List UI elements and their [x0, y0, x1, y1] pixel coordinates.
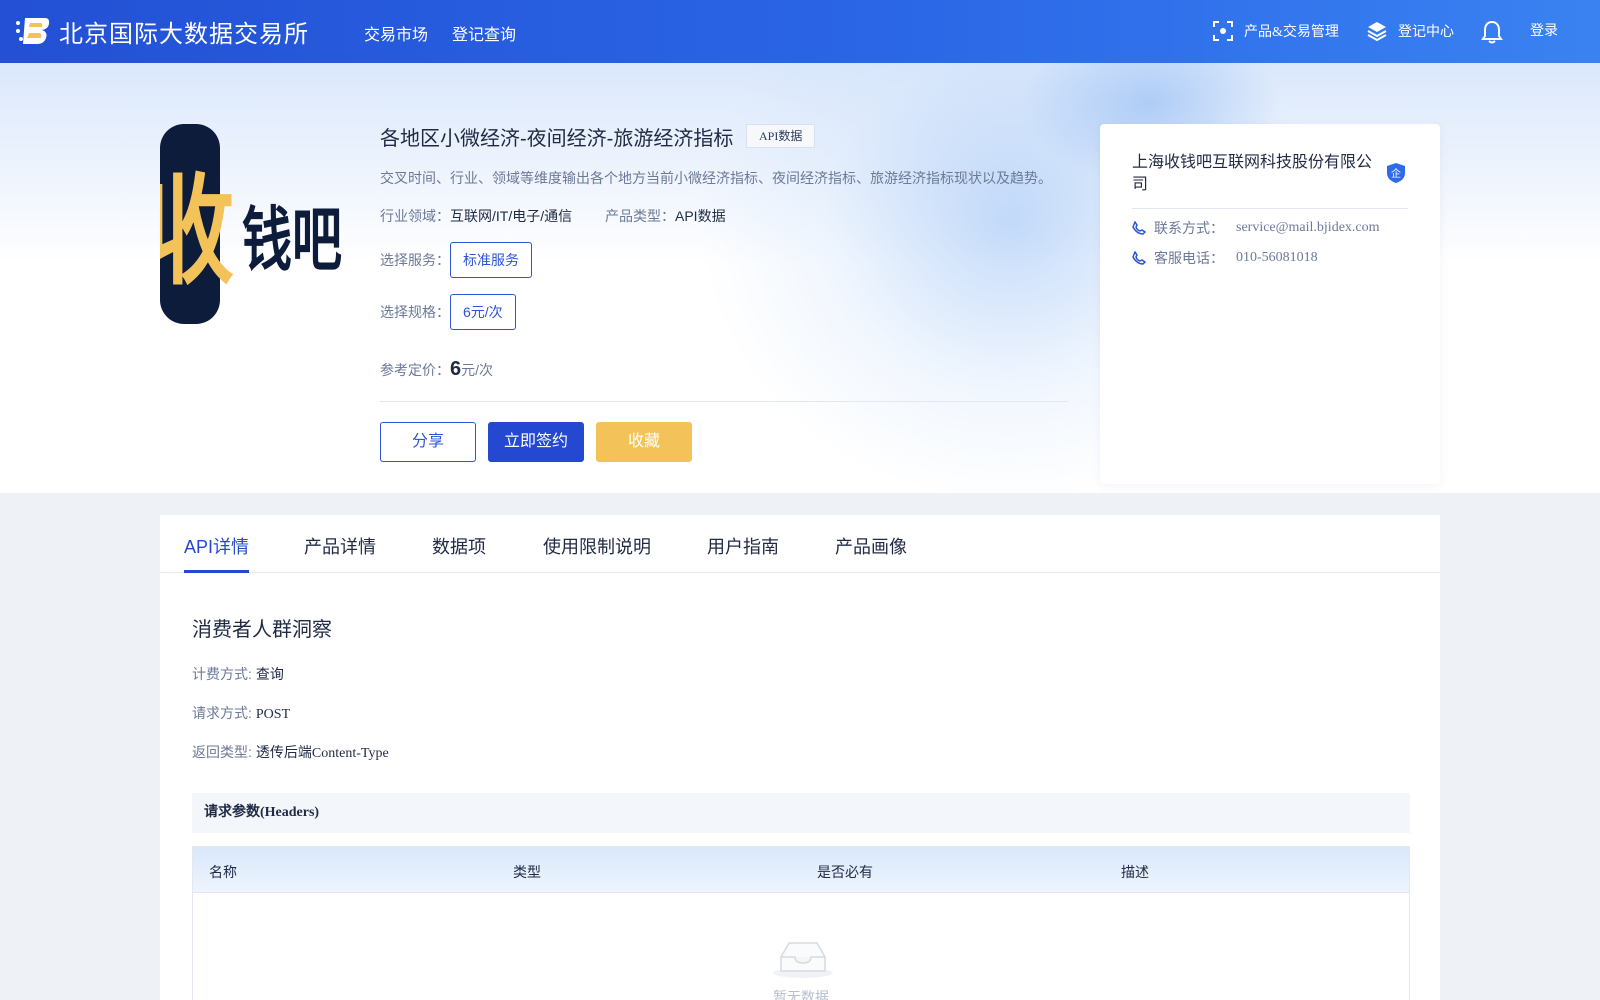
empty-state-text: 暂无数据 — [773, 989, 829, 1000]
service-option-standard[interactable]: 标准服务 — [450, 242, 532, 278]
return-type-value: 透传后端Content-Type — [255, 746, 389, 761]
column-required: 是否必有 — [817, 864, 873, 880]
billing-value: 查询 — [255, 668, 284, 683]
column-name: 名称 — [209, 864, 237, 880]
tab-product-profile[interactable]: 产品画像 — [835, 533, 907, 559]
phone-icon — [1132, 251, 1146, 265]
product-trade-management-link[interactable]: 产品&交易管理 — [1212, 20, 1339, 42]
api-section-title: 消费者人群洞察 — [192, 619, 332, 641]
request-method-label: 请求方式: — [192, 705, 252, 721]
price-unit: 元/次 — [461, 362, 494, 378]
spec-select-label: 选择规格： — [380, 304, 450, 320]
industry-value: 互联网/IT/电子/通信 — [450, 208, 573, 224]
company-name[interactable]: 上海收钱吧互联网科技股份有限公司 — [1132, 152, 1382, 196]
phone-label: 客服电话： — [1154, 250, 1224, 266]
register-center-label: 登记中心 — [1398, 25, 1454, 40]
login-link[interactable]: 登录 — [1530, 20, 1558, 40]
favorite-button[interactable]: 收藏 — [596, 422, 692, 462]
company-card-divider — [1132, 208, 1408, 209]
product-type-tag: API数据 — [746, 124, 816, 148]
headers-params-table: 名称 类型 是否必有 描述 暂无数据 — [192, 846, 1410, 1000]
contact-email[interactable]: service@mail.bjidex.com — [1236, 220, 1380, 236]
product-logo-wordmark: 钱吧 — [242, 201, 342, 282]
table-header-row: 名称 类型 是否必有 描述 — [193, 847, 1409, 893]
reference-price: 参考定价：6元/次 — [380, 358, 493, 381]
layers-icon — [1367, 22, 1387, 42]
enterprise-verified-icon: 企 — [1387, 163, 1405, 183]
price-label: 参考定价： — [380, 362, 450, 378]
service-phone-row: 客服电话： 010-56081018 — [1132, 248, 1318, 268]
column-description: 描述 — [1121, 864, 1149, 880]
return-type-label: 返回类型: — [192, 744, 252, 760]
request-method-value: POST — [255, 707, 291, 722]
billing-method: 计费方式: 查询 — [192, 664, 284, 684]
service-select-label: 选择服务： — [380, 252, 450, 268]
contact-label: 联系方式： — [1154, 220, 1224, 236]
request-headers-title: 请求参数(Headers) — [192, 793, 1410, 833]
top-navigation-bar: 北京国际大数据交易所 交易市场 登记查询 产品&交易管理 登记中心 登录 — [0, 0, 1600, 63]
product-trade-management-label: 产品&交易管理 — [1244, 25, 1339, 40]
product-logo: 收 钱吧 — [160, 124, 342, 324]
company-card: 上海收钱吧互联网科技股份有限公司 企 联系方式： service@mail.bj… — [1100, 124, 1440, 484]
product-description: 交叉时间、行业、领域等维度输出各个地方当前小微经济指标、夜间经济指标、旅游经济指… — [380, 170, 1052, 186]
bjidex-logo-icon[interactable] — [15, 15, 51, 47]
nav-trade-market[interactable]: 交易市场 — [364, 21, 428, 45]
scan-focus-icon — [1213, 21, 1233, 41]
detail-tabs: API详情 产品详情 数据项 使用限制说明 用户指南 产品画像 — [160, 515, 1440, 573]
tab-data-items[interactable]: 数据项 — [432, 533, 486, 559]
phone-icon — [1132, 221, 1146, 235]
nav-registration-query[interactable]: 登记查询 — [452, 21, 516, 45]
sign-now-button[interactable]: 立即签约 — [488, 422, 584, 462]
column-type: 类型 — [513, 864, 541, 880]
industry-field: 行业领域：互联网/IT/电子/通信 — [380, 206, 572, 226]
tab-product-detail[interactable]: 产品详情 — [304, 533, 376, 559]
product-type-value: API数据 — [675, 208, 726, 224]
request-method: 请求方式: POST — [192, 703, 290, 723]
contact-email-row: 联系方式： service@mail.bjidex.com — [1132, 218, 1380, 238]
product-type-label: 产品类型： — [605, 208, 675, 224]
notification-bell-icon[interactable] — [1481, 20, 1503, 44]
hero-divider — [380, 401, 1068, 402]
tab-api-detail[interactable]: API详情 — [184, 533, 249, 559]
service-phone-number[interactable]: 010-56081018 — [1236, 250, 1318, 266]
register-center-link[interactable]: 登记中心 — [1366, 20, 1454, 42]
active-tab-indicator — [184, 570, 249, 573]
detail-panel: API详情 产品详情 数据项 使用限制说明 用户指南 产品画像 消费者人群洞察 … — [160, 515, 1440, 1000]
billing-label: 计费方式: — [192, 666, 252, 682]
enterprise-badge-text: 企 — [1391, 167, 1401, 180]
product-type-field: 产品类型：API数据 — [605, 206, 726, 226]
product-logo-mark: 收 — [160, 162, 234, 301]
product-title: 各地区小微经济-夜间经济-旅游经济指标 — [380, 128, 734, 150]
site-title[interactable]: 北京国际大数据交易所 — [59, 14, 309, 49]
price-value: 6 — [450, 358, 462, 380]
spec-option[interactable]: 6元/次 — [450, 294, 516, 330]
industry-label: 行业领域： — [380, 208, 450, 224]
empty-inbox-icon — [773, 942, 833, 978]
tab-usage-restrictions[interactable]: 使用限制说明 — [543, 533, 651, 559]
tab-user-guide[interactable]: 用户指南 — [707, 533, 779, 559]
return-type: 返回类型: 透传后端Content-Type — [192, 742, 389, 762]
login-label: 登录 — [1530, 24, 1558, 39]
share-button[interactable]: 分享 — [380, 422, 476, 462]
